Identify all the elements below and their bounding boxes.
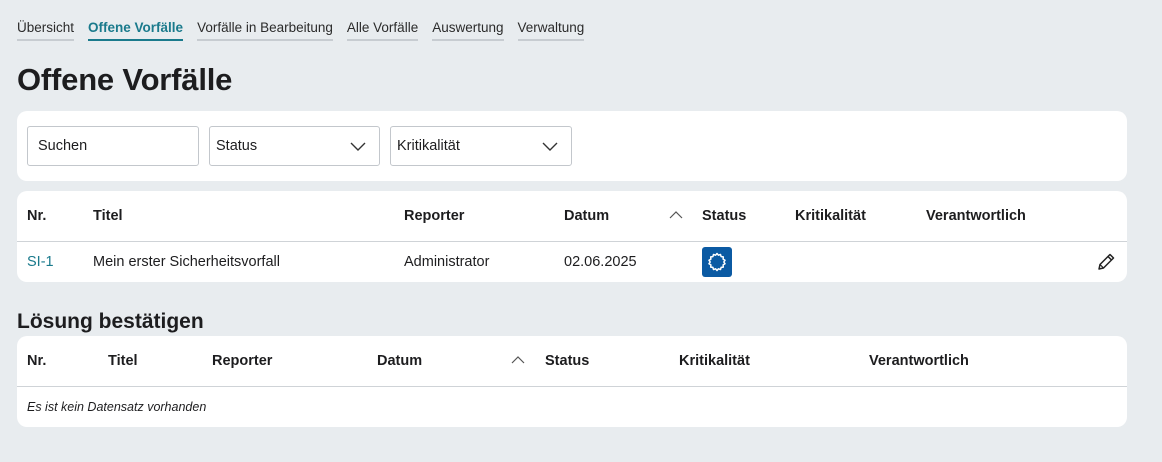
column-header-title[interactable]: Titel	[108, 336, 138, 387]
status-badge[interactable]	[702, 247, 732, 277]
status-filter-label: Status	[216, 138, 258, 154]
table-header: Nr. Titel Reporter Datum Status Kritikal…	[17, 336, 1127, 387]
empty-state-text: Es ist kein Datensatz vorhanden	[27, 400, 207, 414]
column-header-criticality[interactable]: Kritikalität	[795, 191, 866, 242]
incident-reporter: Administrator	[404, 254, 490, 270]
nav-tab-vorfaelle-in-bearbeitung[interactable]: Vorfälle in Bearbeitung	[197, 20, 333, 41]
column-header-status[interactable]: Status	[702, 191, 746, 242]
column-header-nr[interactable]: Nr.	[27, 336, 46, 387]
sort-ascending-icon[interactable]	[669, 210, 683, 220]
gear-icon	[708, 252, 726, 272]
search-input[interactable]	[27, 126, 199, 166]
table-header: Nr. Titel Reporter Datum Status Kritikal…	[17, 191, 1127, 242]
incident-title: Mein erster Sicherheitsvorfall	[93, 254, 280, 270]
column-header-responsible[interactable]: Verantwortlich	[869, 336, 969, 387]
filter-bar: Status Kritikalität	[17, 111, 1127, 181]
empty-row: Es ist kein Datensatz vorhanden	[17, 387, 1127, 427]
section-title-solution: Lösung bestätigen	[17, 310, 204, 333]
column-header-title[interactable]: Titel	[93, 191, 123, 242]
column-header-date[interactable]: Datum	[564, 191, 609, 242]
column-header-responsible[interactable]: Verantwortlich	[926, 191, 1026, 242]
column-header-criticality[interactable]: Kritikalität	[679, 336, 750, 387]
status-filter-select[interactable]: Status	[209, 126, 380, 166]
column-header-reporter[interactable]: Reporter	[212, 336, 272, 387]
table-row[interactable]: SI-1 Mein erster Sicherheitsvorfall Admi…	[17, 242, 1127, 282]
incident-id-link[interactable]: SI-1	[27, 242, 54, 282]
sort-ascending-icon[interactable]	[511, 355, 525, 365]
nav-tab-auswertung[interactable]: Auswertung	[432, 20, 504, 41]
chevron-down-icon	[542, 142, 558, 151]
top-navigation: Übersicht Offene Vorfälle Vorfälle in Be…	[17, 20, 585, 41]
nav-tab-uebersicht[interactable]: Übersicht	[17, 20, 75, 41]
edit-pencil-icon[interactable]	[1095, 251, 1117, 273]
criticality-filter-select[interactable]: Kritikalität	[390, 126, 572, 166]
page-title: Offene Vorfälle	[17, 62, 233, 97]
open-incidents-table: Nr. Titel Reporter Datum Status Kritikal…	[17, 191, 1127, 282]
chevron-down-icon	[350, 142, 366, 151]
column-header-nr[interactable]: Nr.	[27, 191, 46, 242]
column-header-reporter[interactable]: Reporter	[404, 191, 464, 242]
column-header-date[interactable]: Datum	[377, 336, 422, 387]
incident-date: 02.06.2025	[564, 254, 637, 270]
nav-tab-offene-vorfaelle[interactable]: Offene Vorfälle	[88, 20, 184, 41]
criticality-filter-label: Kritikalität	[397, 138, 460, 154]
nav-tab-alle-vorfaelle[interactable]: Alle Vorfälle	[346, 20, 419, 41]
solution-confirm-table: Nr. Titel Reporter Datum Status Kritikal…	[17, 336, 1127, 427]
column-header-status[interactable]: Status	[545, 336, 589, 387]
nav-tab-verwaltung[interactable]: Verwaltung	[517, 20, 585, 41]
